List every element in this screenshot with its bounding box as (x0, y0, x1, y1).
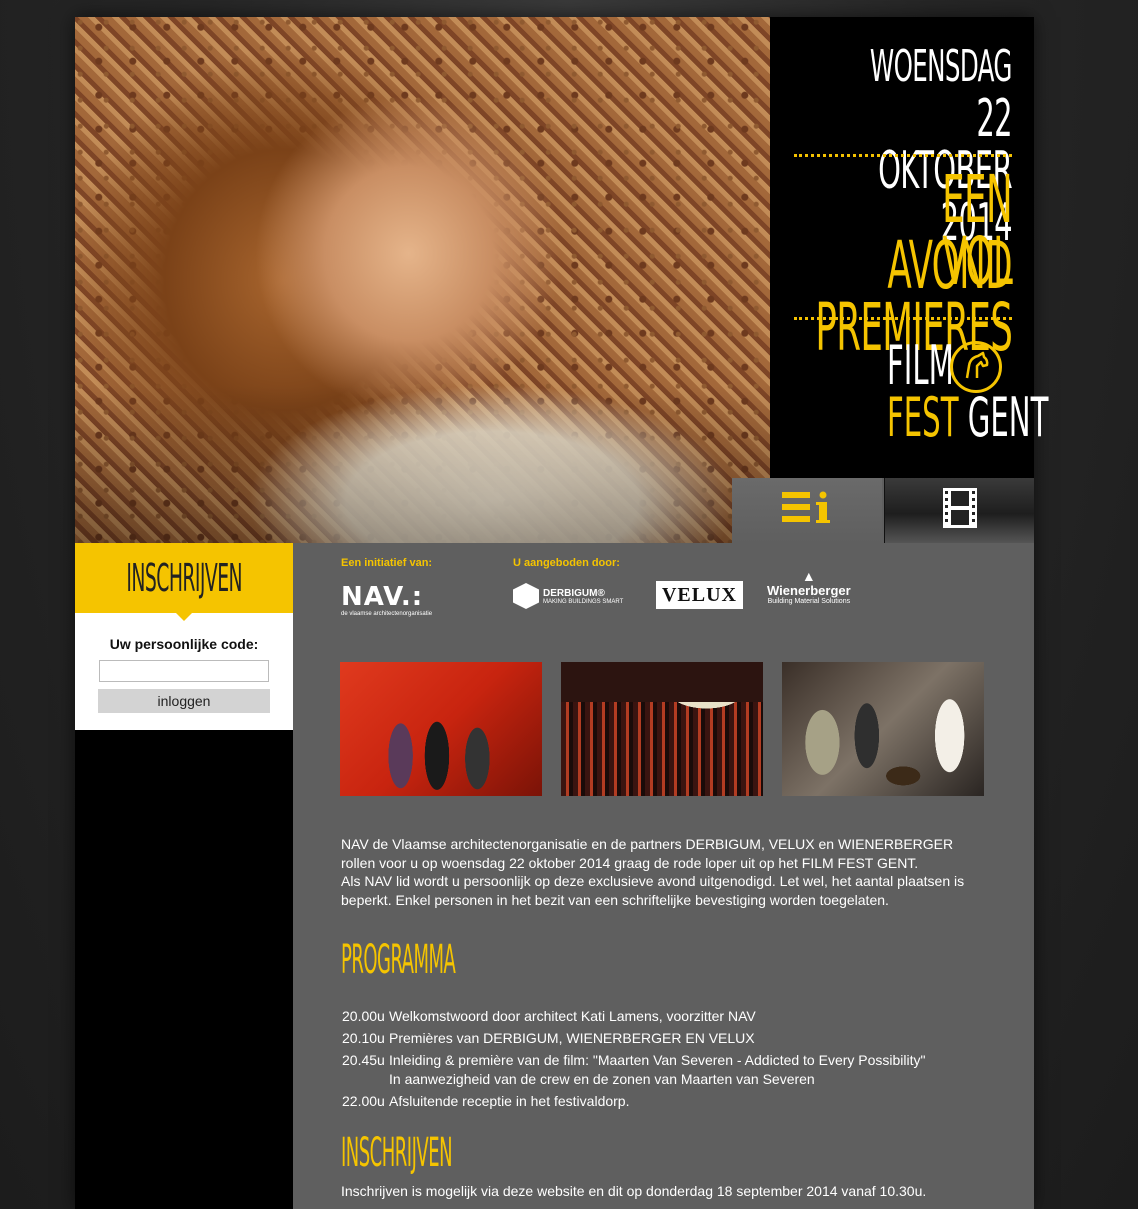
program-text: Premières van DERBIGUM, WIENERBERGER EN … (389, 1030, 755, 1046)
program-text: Afsluitende receptie in het festivaldorp… (389, 1093, 630, 1109)
login-form: Uw persoonlijke code: inloggen (75, 613, 293, 730)
event-day: WOENSDAG (870, 41, 1012, 92)
event-panel: WOENSDAG 22 OKTOBER 2014 EEN AVOND VOL P… (770, 17, 1048, 478)
tab-film[interactable] (884, 478, 1034, 543)
program-item: 20.10u Premières van DERBIGUM, WIENERBER… (342, 1029, 992, 1048)
program-subtext: In aanwezigheid van de crew en de zonen … (389, 1071, 815, 1087)
wienerberger-name: Wienerberger (767, 583, 851, 598)
nav-logo-text: NAV.: (341, 582, 424, 612)
offered-label: U aangeboden door: (513, 557, 620, 569)
tab-info[interactable] (732, 478, 882, 543)
content-tabs (732, 478, 1034, 543)
program-item: 20.45u Inleiding & première van de film:… (342, 1051, 992, 1070)
program-title: PROGRAMMA (341, 937, 456, 983)
hero-banner: WOENSDAG 22 OKTOBER 2014 EEN AVOND VOL P… (75, 17, 1048, 543)
info-list-icon (782, 490, 832, 531)
program-text: Welkomstwoord door architect Kati Lamens… (389, 1008, 756, 1024)
program-time: 20.10u (342, 1030, 385, 1046)
event-photo-red-carpet[interactable] (340, 662, 542, 796)
intro-text: NAV de Vlaamse architectenorganisatie en… (341, 835, 981, 909)
nav-logo[interactable]: NAV.: de vlaamse architectenorganisatie (341, 584, 432, 617)
festival-logo-film: FILM (887, 334, 954, 397)
derbigum-cube-icon (513, 583, 539, 609)
sidebar-heading-text: INSCHRIJVEN (126, 556, 242, 600)
main-content: Een initiatief van: U aangeboden door: N… (293, 543, 1034, 1209)
wienerberger-slogan: Building Material Solutions (767, 598, 851, 605)
wienerberger-logo[interactable]: ▲ Wienerberger Building Material Solutio… (767, 569, 851, 605)
festival-logo-fest: FEST (887, 386, 959, 449)
program-time: 20.45u (342, 1052, 385, 1068)
registration-title: INSCHRIJVEN (341, 1130, 453, 1176)
intro-paragraph-1: NAV de Vlaamse architectenorganisatie en… (341, 836, 954, 871)
derbigum-logo[interactable]: DERBIGUM® MAKING BUILDINGS SMART (513, 583, 623, 609)
sidebar-heading: INSCHRIJVEN (75, 543, 293, 621)
film-strip-icon (942, 488, 977, 533)
program-text: Inleiding & première van de film: "Maart… (389, 1052, 926, 1068)
code-label: Uw persoonlijke code: (109, 636, 259, 652)
hero-photo (75, 17, 770, 543)
program-time: 22.00u (342, 1093, 385, 1109)
login-button[interactable]: inloggen (98, 689, 270, 713)
dotted-divider (794, 317, 1012, 320)
event-photo-reception[interactable] (782, 662, 984, 796)
program-item: 22.00u Afsluitende receptie in het festi… (342, 1092, 992, 1111)
registration-text: Inschrijven is mogelijk via deze website… (341, 1183, 927, 1199)
program-list: 20.00u Welkomstwoord door architect Kati… (342, 1007, 992, 1114)
velux-logo[interactable]: VELUX (656, 581, 743, 609)
nav-logo-subtitle: de vlaamse architectenorganisatie (341, 611, 433, 617)
festival-logo-fest-gent: FEST GENT (887, 391, 1048, 445)
dotted-divider (794, 154, 1012, 157)
program-item: 20.00u Welkomstwoord door architect Kati… (342, 1007, 992, 1026)
program-time: 20.00u (342, 1008, 385, 1024)
velux-logo-text: VELUX (661, 583, 737, 606)
event-photo-cinema-hall[interactable] (561, 662, 763, 796)
intro-paragraph-2: Als NAV lid wordt u persoonlijk op deze … (341, 873, 965, 908)
derbigum-name: DERBIGUM® (543, 587, 605, 599)
derbigum-slogan: MAKING BUILDINGS SMART (543, 598, 624, 605)
festival-logo-gent: GENT (967, 386, 1049, 449)
code-input[interactable] (99, 660, 269, 682)
wienerberger-mark-icon: ▲ (801, 568, 816, 584)
page-container: WOENSDAG 22 OKTOBER 2014 EEN AVOND VOL P… (75, 17, 1048, 1209)
sidebar: INSCHRIJVEN Uw persoonlijke code: inlogg… (75, 543, 293, 1209)
initiative-label: Een initiatief van: (341, 557, 433, 569)
